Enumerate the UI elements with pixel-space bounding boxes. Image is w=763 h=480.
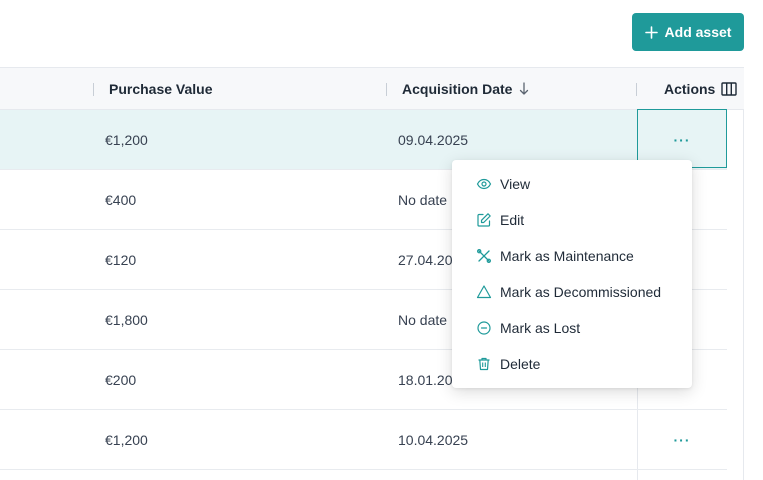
header-actions: Actions xyxy=(664,68,738,110)
column-separator xyxy=(636,83,637,96)
acquisition-date-cell: 10.04.2025 xyxy=(398,432,469,448)
columns-icon[interactable] xyxy=(721,82,738,96)
header-acquisition-date[interactable]: Acquisition Date xyxy=(402,68,529,110)
purchase-value-cell: €1,800 xyxy=(105,312,148,328)
menu-item-view[interactable]: View xyxy=(452,166,692,202)
menu-item-mark-lost[interactable]: Mark as Lost xyxy=(452,310,692,346)
trash-icon xyxy=(478,357,490,371)
menu-item-mark-maintenance[interactable]: Mark as Maintenance xyxy=(452,238,692,274)
table-row[interactable]: €1,200 10.04.2025 ··· xyxy=(0,410,727,470)
menu-item-label: Mark as Decommissioned xyxy=(500,284,662,300)
wrench-icon xyxy=(477,249,491,263)
minus-circle-icon xyxy=(477,321,491,335)
header-purchase-value[interactable]: Purchase Value xyxy=(109,68,213,110)
menu-item-mark-decommissioned[interactable]: Mark as Decommissioned xyxy=(452,274,692,310)
menu-item-label: Delete xyxy=(500,356,541,372)
plus-icon xyxy=(644,25,658,39)
purchase-value-cell: €200 xyxy=(105,372,137,388)
menu-item-delete[interactable]: Delete xyxy=(452,346,692,382)
warning-icon xyxy=(476,285,492,299)
purchase-value-cell: €1,200 xyxy=(105,432,148,448)
add-asset-label: Add asset xyxy=(664,24,732,40)
acquisition-date-cell: No date xyxy=(398,192,448,208)
menu-item-label: Mark as Maintenance xyxy=(500,248,634,264)
edit-icon xyxy=(477,213,491,227)
header-purchase-value-label: Purchase Value xyxy=(109,81,213,97)
menu-item-label: View xyxy=(500,176,531,192)
more-actions-button[interactable]: ··· xyxy=(671,432,693,448)
menu-item-label: Edit xyxy=(500,212,525,228)
acquisition-date-cell: No date xyxy=(398,312,448,328)
purchase-value-cell: €400 xyxy=(105,192,137,208)
top-bar: Add asset xyxy=(0,0,763,68)
eye-icon xyxy=(476,178,492,190)
purchase-value-cell: €120 xyxy=(105,252,137,268)
row-actions-menu: View Edit Mark as Maintenance Mark as De… xyxy=(452,160,692,388)
acquisition-date-cell: 18.01.20 xyxy=(398,372,453,388)
purchase-value-cell: €1,200 xyxy=(105,132,148,148)
column-separator xyxy=(93,83,94,96)
acquisition-date-cell: 27.04.20 xyxy=(398,252,453,268)
sort-down-icon xyxy=(520,82,529,95)
menu-item-edit[interactable]: Edit xyxy=(452,202,692,238)
menu-item-label: Mark as Lost xyxy=(500,320,581,336)
column-separator xyxy=(386,83,387,96)
header-acquisition-date-label: Acquisition Date xyxy=(402,81,513,97)
header-actions-label: Actions xyxy=(664,81,716,97)
table-header: Purchase Value Acquisition Date Actions xyxy=(0,68,744,110)
add-asset-button[interactable]: Add asset xyxy=(632,13,744,51)
